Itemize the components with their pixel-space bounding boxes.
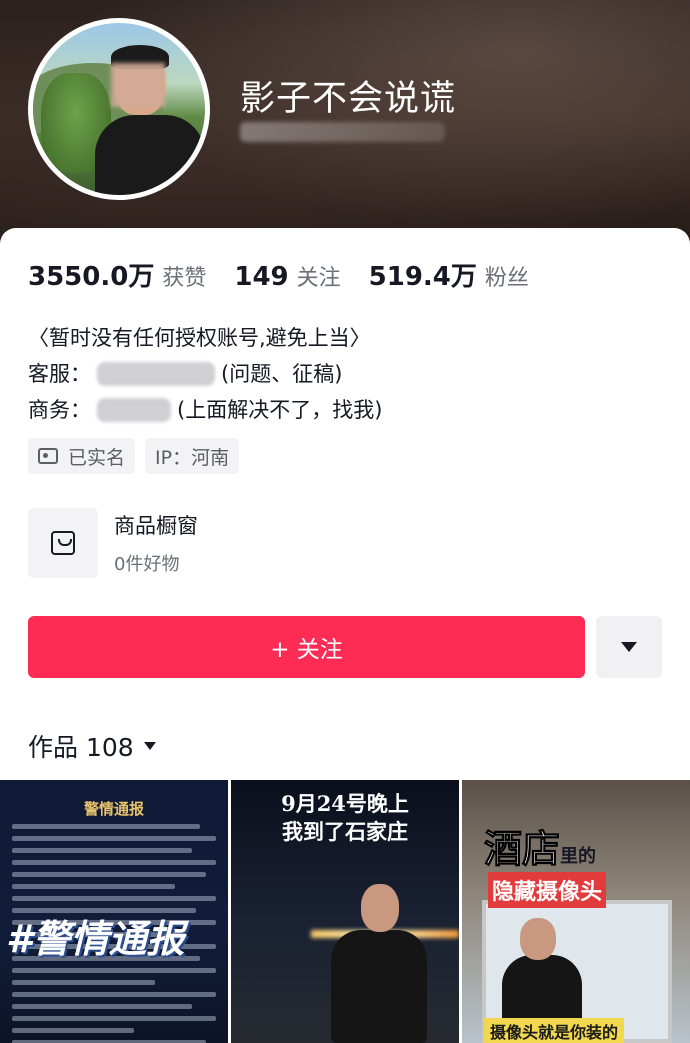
thumbnail-headline: 酒店里的 [483, 827, 597, 872]
id-card-icon [38, 448, 58, 464]
ip-location-tag: IP：河南 [145, 438, 240, 474]
redacted-contact [97, 362, 215, 386]
avatar-face-blur [111, 63, 165, 107]
bio-line-1: 〈暂时没有任何授权账号,避免上当〉 [28, 320, 382, 356]
follow-button[interactable]: + 关注 [28, 616, 585, 678]
ip-location-label: IP：河南 [155, 446, 230, 469]
stats-row: 3550.0万 获赞 149 关注 519.4万 粉丝 [28, 256, 557, 293]
verified-tag-label: 已实名 [68, 446, 126, 469]
video-thumbnail[interactable]: 警情通报 #警情通报 [0, 780, 228, 1043]
thumbnail-footer: 摄像头就是你装的 [484, 1018, 625, 1043]
dropdown-triangle-icon [621, 642, 637, 652]
bio-text-1: 〈暂时没有任何授权账号,避免上当〉 [28, 326, 371, 350]
chevron-down-icon [143, 742, 156, 750]
redacted-contact [97, 398, 171, 422]
bio-line-3: 商务： (上面解决不了，找我) [28, 392, 382, 428]
username: 影子不会说谎 [240, 79, 457, 119]
video-grid: 警情通报 #警情通报 9月24号晚上 我到了石家庄 酒店里的 隐藏摄像头 摄像头… [0, 780, 690, 1043]
bio-business-label: 商务： [28, 398, 91, 422]
followers-count[interactable]: 519.4万 [369, 256, 477, 293]
user-id-redacted [240, 122, 445, 142]
likes-count: 3550.0万 [28, 262, 155, 292]
person-head [361, 884, 399, 932]
bio-business-note: (上面解决不了，找我) [177, 398, 383, 422]
thumbnail-caption-line-2: 我到了石家庄 [282, 819, 408, 844]
bio-customer-service-label: 客服： [28, 362, 91, 386]
shop-icon-box [28, 508, 98, 578]
likes-label: 获赞 [162, 266, 207, 291]
works-tab[interactable]: 作品 108 [28, 728, 156, 764]
video-thumbnail[interactable]: 酒店里的 隐藏摄像头 摄像头就是你装的 [462, 780, 690, 1043]
shop-window[interactable]: 商品橱窗 0件好物 [28, 508, 198, 578]
following-label[interactable]: 关注 [297, 260, 341, 292]
bio-customer-service-note: (问题、征稿) [221, 362, 343, 386]
works-label: 作品 108 [28, 733, 134, 762]
person-head [520, 918, 556, 960]
profile-tags: 已实名 IP：河南 [28, 438, 240, 474]
profile-card: 3550.0万 获赞 149 关注 519.4万 粉丝 〈暂时没有任何授权账号,… [0, 228, 690, 1043]
verified-tag: 已实名 [28, 438, 136, 474]
shop-text: 商品橱窗 0件好物 [114, 510, 198, 576]
more-options-button[interactable] [596, 616, 662, 678]
shop-subtitle: 0件好物 [114, 554, 180, 575]
following-count[interactable]: 149 [234, 262, 288, 292]
bio: 〈暂时没有任何授权账号,避免上当〉 客服： (问题、征稿) 商务： (上面解决不… [28, 320, 382, 428]
thumbnail-subhead: 隐藏摄像头 [488, 872, 607, 908]
person-figure [331, 930, 427, 1043]
shop-title: 商品橱窗 [114, 514, 198, 538]
followers-label[interactable]: 粉丝 [485, 260, 529, 292]
thumbnail-title: 警情通报 [83, 800, 144, 818]
avatar[interactable] [28, 18, 210, 200]
shopping-bag-icon [51, 531, 75, 555]
video-thumbnail[interactable]: 9月24号晚上 我到了石家庄 [231, 780, 459, 1043]
avatar-person-body [95, 115, 205, 195]
thumbnail-overlay-text: #警情通报 [6, 917, 185, 961]
bio-line-2: 客服： (问题、征稿) [28, 356, 382, 392]
thumbnail-caption-line-1: 9月24号晚上 [281, 791, 409, 816]
